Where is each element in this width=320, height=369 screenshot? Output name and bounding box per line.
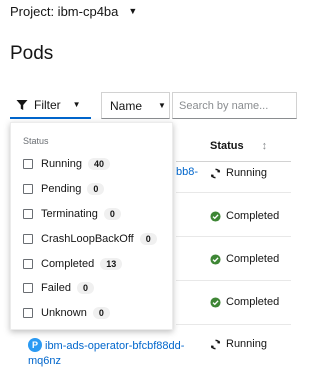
filter-menu: Status Running 40 Pending 0 Terminating … (10, 122, 173, 330)
status-text: Completed (226, 210, 280, 222)
filter-toolbar: Filter ▼ Name ▼ (0, 92, 297, 122)
count-badge: 0 (139, 233, 157, 245)
check-circle-icon (210, 253, 221, 265)
filter-button-label: Filter (34, 97, 61, 112)
search-input[interactable] (172, 92, 297, 119)
row-divider (176, 192, 291, 193)
filter-option-label: Unknown (41, 307, 87, 319)
caret-down-icon: ▼ (158, 101, 166, 110)
filter-option-unknown[interactable]: Unknown 0 (23, 303, 110, 323)
caret-down-icon: ▼ (128, 6, 138, 16)
count-badge: 0 (76, 282, 94, 294)
row-divider (176, 280, 291, 281)
filter-option-failed[interactable]: Failed 0 (23, 278, 94, 298)
project-label: Project: ibm-cp4ba (10, 3, 119, 19)
checkbox[interactable] (23, 209, 33, 219)
name-select-label: Name (110, 98, 143, 113)
row-divider (176, 324, 291, 325)
filter-icon (16, 99, 28, 110)
filter-option-crashloopbackoff[interactable]: CrashLoopBackOff 0 (23, 229, 157, 249)
filter-option-label: Completed (41, 258, 95, 270)
check-circle-icon (210, 210, 221, 222)
filter-option-label: Running (41, 158, 82, 170)
sync-icon (210, 339, 221, 349)
sync-icon (210, 168, 221, 178)
name-select-dropdown[interactable]: Name ▼ (101, 92, 170, 119)
pod-name-link[interactable]: ibm-ads-operator-bfcbf88dd-mq6nz (28, 339, 198, 369)
divider (176, 161, 291, 162)
filter-option-completed[interactable]: Completed 13 (23, 254, 123, 274)
status-text: Running (226, 338, 267, 350)
checkbox[interactable] (23, 159, 33, 169)
filter-option-label: CrashLoopBackOff (41, 233, 134, 245)
status-text: Running (226, 167, 267, 179)
filter-option-label: Failed (41, 282, 71, 294)
checkbox[interactable] (23, 259, 33, 269)
pod-link-partial[interactable]: bb8- (176, 166, 198, 178)
filter-option-pending[interactable]: Pending 0 (23, 179, 105, 199)
pod-name: ibm-ads-operator-bfcbf88dd-mq6nz (28, 340, 185, 367)
status-text: Completed (226, 296, 280, 308)
row-divider (176, 236, 291, 237)
filter-button[interactable]: Filter ▼ (10, 92, 91, 119)
filter-option-terminating[interactable]: Terminating 0 (23, 204, 121, 224)
caret-down-icon: ▼ (72, 100, 81, 109)
status-text: Completed (226, 253, 280, 265)
status-completed: Completed (210, 210, 279, 222)
column-header-status[interactable]: Status ↕ (210, 140, 267, 152)
checkbox[interactable] (23, 308, 33, 318)
count-badge: 0 (92, 307, 110, 319)
count-badge: 0 (103, 208, 121, 220)
status-completed: Completed (210, 296, 279, 308)
status-header-label: Status (210, 140, 244, 152)
count-badge: 13 (100, 258, 123, 270)
filter-option-label: Terminating (41, 208, 98, 220)
project-selector[interactable]: Project: ibm-cp4ba ▼ (0, 0, 291, 22)
count-badge: 40 (87, 158, 110, 170)
checkbox[interactable] (23, 283, 33, 293)
sort-icon[interactable]: ↕ (262, 140, 268, 152)
status-completed: Completed (210, 253, 279, 265)
checkbox[interactable] (23, 234, 33, 244)
filter-option-label: Pending (41, 183, 82, 195)
page-title: Pods (10, 43, 54, 64)
status-running: Running (210, 338, 267, 350)
check-circle-icon (210, 296, 221, 308)
filter-option-running[interactable]: Running 40 (23, 154, 110, 174)
checkbox[interactable] (23, 184, 33, 194)
status-running: Running (210, 167, 267, 179)
menu-group-title: Status (23, 136, 49, 146)
count-badge: 0 (87, 183, 105, 195)
